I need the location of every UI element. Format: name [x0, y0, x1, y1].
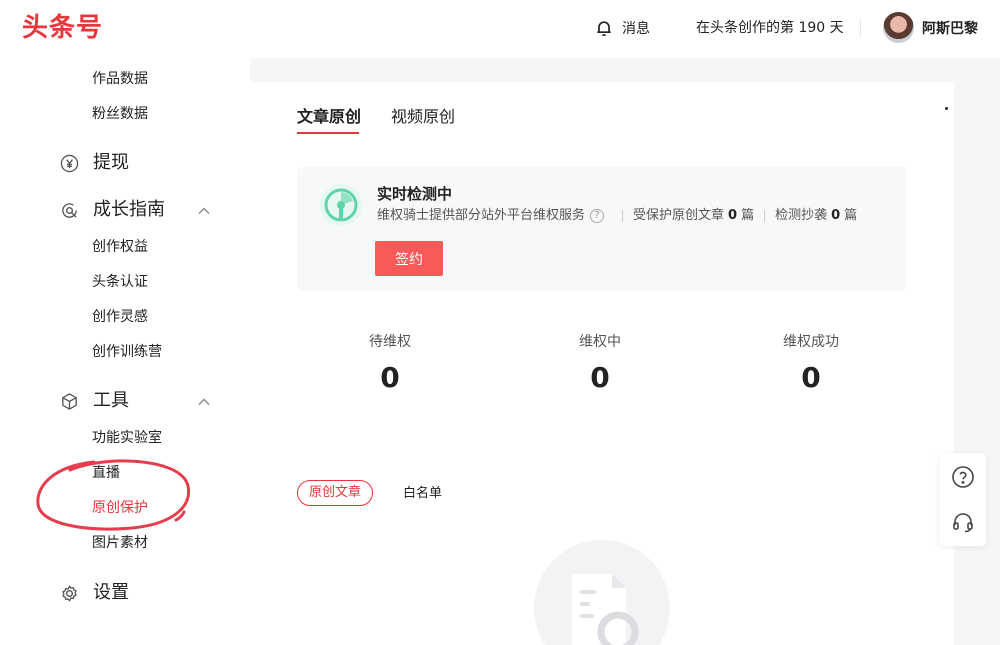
copy-label: 检测抄袭 — [775, 208, 828, 223]
sidebar-section-label: 提现 — [93, 152, 129, 173]
cube-icon — [62, 392, 77, 410]
headset-icon[interactable] — [951, 510, 975, 534]
sidebar-item-original-protection[interactable]: 原创保护 — [92, 498, 148, 518]
sidebar-section-tools[interactable]: 工具 — [60, 389, 129, 413]
radar-scan-icon — [320, 184, 362, 226]
stat-value: 0 — [380, 361, 400, 394]
avatar — [883, 12, 914, 43]
sidebar-section-settings[interactable]: 设置 — [60, 581, 129, 605]
protected-label: 受保护原创文章 — [633, 208, 725, 223]
sidebar-item-image-assets[interactable]: 图片素材 — [92, 533, 148, 553]
floating-help-widget — [939, 453, 986, 546]
bell-icon — [597, 21, 611, 36]
yen-icon — [60, 154, 79, 172]
divider — [622, 210, 624, 222]
top-header: 头条号 消息 在头条创作的第 190 天 阿斯巴黎 — [0, 0, 1000, 58]
sign-button[interactable]: 签约 — [375, 241, 443, 276]
user-menu[interactable]: 阿斯巴黎 — [883, 12, 978, 43]
tab-video-original[interactable]: 视频原创 — [391, 106, 455, 128]
detection-description: 维权骑士提供部分站外平台维权服务 ? 受保护原创文章 0 篇 检测抄袭 0 篇 — [377, 207, 857, 225]
messages-button[interactable]: 消息 — [594, 16, 650, 40]
sidebar-section-growth[interactable]: 成长指南 — [60, 198, 165, 222]
sidebar-section-label: 设置 — [93, 582, 129, 603]
stat-label: 维权成功 — [783, 334, 839, 350]
sidebar-item-training-camp[interactable]: 创作训练营 — [92, 342, 162, 362]
protected-unit: 篇 — [741, 208, 755, 223]
main-panel: 文章原创 视频原创 实时检测中 维权骑士提供部分站外平台维权服务 ? 受保护原创… — [250, 82, 954, 645]
service-text: 维权骑士提供部分站外平台维权服务 — [377, 208, 586, 223]
stat-label: 维权中 — [579, 334, 621, 350]
sidebar-section-label: 工具 — [93, 390, 129, 411]
header-divider — [860, 19, 861, 37]
sidebar-section-withdraw[interactable]: 提现 — [60, 151, 129, 175]
stat-value: 0 — [801, 361, 821, 394]
dot-marker — [945, 107, 948, 110]
detection-title: 实时检测中 — [377, 185, 453, 203]
question-icon[interactable]: ? — [590, 209, 605, 223]
messages-label: 消息 — [622, 21, 650, 37]
sidebar-item-fans-data[interactable]: 粉丝数据 — [92, 104, 148, 124]
sidebar-item-inspiration[interactable]: 创作灵感 — [92, 307, 148, 327]
stat-value: 0 — [590, 361, 610, 394]
detection-card: 实时检测中 维权骑士提供部分站外平台维权服务 ? 受保护原创文章 0 篇 检测抄… — [297, 167, 906, 291]
chevron-up-icon[interactable] — [196, 203, 212, 219]
stat-success: 维权成功 0 — [751, 332, 871, 396]
sidebar-item-rights[interactable]: 创作权益 — [92, 237, 148, 257]
sidebar-item-certification[interactable]: 头条认证 — [92, 272, 148, 292]
username: 阿斯巴黎 — [922, 20, 978, 37]
active-tab-indicator — [297, 132, 359, 134]
stat-pending: 待维权 0 — [330, 332, 450, 396]
sidebar-section-label: 成长指南 — [93, 199, 165, 220]
copy-count: 0 — [831, 208, 841, 223]
sidebar-item-works-data[interactable]: 作品数据 — [92, 69, 148, 89]
gear-icon — [62, 584, 77, 602]
question-icon[interactable] — [951, 465, 975, 489]
chevron-up-icon[interactable] — [196, 394, 212, 410]
filter-original-articles[interactable]: 原创文章 — [297, 480, 374, 506]
toutiao-logo[interactable]: 头条号 — [22, 12, 103, 44]
filter-whitelist[interactable]: 白名单 — [403, 485, 442, 503]
stat-label: 待维权 — [369, 334, 411, 350]
protected-count: 0 — [728, 208, 738, 223]
sidebar-item-lab[interactable]: 功能实验室 — [92, 428, 162, 448]
empty-search-illustration — [534, 540, 670, 645]
growth-icon — [62, 202, 77, 218]
tab-article-original[interactable]: 文章原创 — [297, 106, 361, 128]
stat-in-progress: 维权中 0 — [540, 332, 660, 396]
sidebar-item-live[interactable]: 直播 — [92, 463, 120, 483]
sidebar: 作品数据 粉丝数据 提现 成长指南 创作权益 头条认证 创作灵感 创作训练营 工… — [0, 58, 250, 645]
divider — [764, 210, 766, 222]
creation-days-text: 在头条创作的第 190 天 — [696, 20, 844, 36]
copy-unit: 篇 — [844, 208, 858, 223]
